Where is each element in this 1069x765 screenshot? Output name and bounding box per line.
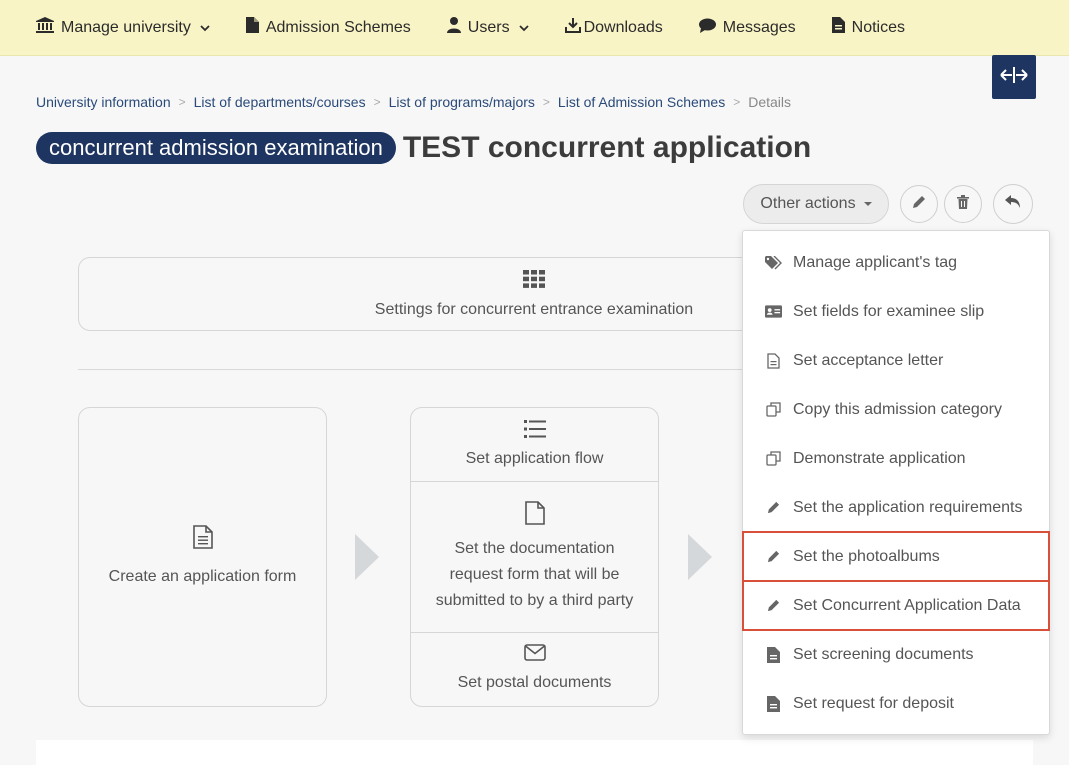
copy-icon — [765, 451, 782, 466]
bottom-panel — [36, 740, 1033, 765]
card-label: Set application flow — [465, 449, 604, 467]
id-card-icon — [765, 305, 782, 318]
menu-item-label: Set fields for examinee slip — [793, 302, 985, 320]
nav-downloads[interactable]: Downloads — [564, 17, 663, 38]
trash-icon — [957, 194, 969, 214]
card-label: Set postal documents — [457, 673, 612, 691]
category-badge: concurrent admission examination — [36, 132, 396, 164]
file-icon — [765, 646, 782, 663]
menu-item-label: Copy this admission category — [793, 400, 1002, 418]
pencil-icon — [912, 195, 926, 214]
nav-messages[interactable]: Messages — [698, 18, 796, 38]
grid-icon — [523, 269, 545, 293]
nav-label: Notices — [851, 18, 906, 36]
set-postal-documents-card[interactable]: Set postal documents — [410, 632, 659, 707]
user-icon — [446, 17, 461, 38]
chevron-down-icon — [200, 19, 210, 37]
page-header: concurrent admission examination TEST co… — [36, 131, 811, 165]
file-text-icon — [765, 352, 782, 369]
menu-item-examinee-slip[interactable]: Set fields for examinee slip — [743, 287, 1049, 336]
menu-item-label: Set the application requirements — [793, 498, 1023, 516]
comment-icon — [698, 18, 716, 38]
menu-item-label: Manage applicant's tag — [793, 253, 958, 271]
breadcrumb: University information > List of departm… — [36, 94, 791, 110]
menu-item-concurrent-data[interactable]: Set Concurrent Application Data — [742, 580, 1050, 631]
menu-item-label: Set Concurrent Application Data — [793, 596, 1021, 614]
top-nav: Manage university Admission Schemes User… — [0, 0, 1069, 56]
documentation-request-form-card[interactable]: Set the documentation request form that … — [410, 481, 659, 633]
nav-label: Admission Schemes — [265, 18, 411, 36]
download-icon — [564, 17, 581, 38]
reply-icon — [1005, 194, 1021, 214]
breadcrumb-admission-schemes[interactable]: List of Admission Schemes — [558, 94, 725, 110]
breadcrumb-university-info[interactable]: University information — [36, 94, 171, 110]
chevron-down-icon — [518, 19, 529, 37]
card-label: Set the documentation request form that … — [435, 539, 634, 609]
arrow-right-icon — [355, 534, 379, 580]
other-actions-label: Other actions — [760, 195, 856, 212]
nav-users[interactable]: Users — [446, 17, 529, 38]
menu-item-manage-tags[interactable]: Manage applicant's tag — [743, 238, 1049, 287]
nav-manage-university[interactable]: Manage university — [36, 17, 210, 38]
back-button[interactable] — [993, 184, 1033, 224]
file-text-icon — [192, 524, 213, 558]
list-icon — [523, 419, 546, 440]
file-text-icon — [831, 17, 845, 38]
menu-item-label: Set acceptance letter — [793, 351, 944, 369]
envelope-icon — [523, 643, 546, 664]
page-title: TEST concurrent application — [402, 131, 812, 164]
menu-item-label: Set screening documents — [793, 645, 974, 663]
delete-button[interactable] — [944, 185, 982, 223]
arrows-horizontal-icon — [999, 65, 1029, 90]
nav-label: Manage university — [61, 18, 191, 36]
pencil-icon — [765, 599, 782, 612]
menu-item-application-requirements[interactable]: Set the application requirements — [743, 483, 1049, 532]
nav-label: Downloads — [583, 18, 663, 36]
edit-button[interactable] — [900, 185, 938, 223]
menu-item-screening-documents[interactable]: Set screening documents — [743, 630, 1049, 679]
menu-item-deposit-request[interactable]: Set request for deposit — [743, 679, 1049, 728]
menu-item-photoalbums[interactable]: Set the photoalbums — [742, 531, 1050, 582]
caret-down-icon — [863, 202, 872, 206]
nav-notices[interactable]: Notices — [831, 17, 906, 38]
card-label: Create an application form — [108, 567, 297, 585]
nav-label: Messages — [722, 18, 796, 36]
file-icon — [524, 500, 545, 534]
arrow-right-icon — [688, 534, 712, 580]
other-actions-button[interactable]: Other actions — [743, 184, 889, 224]
pencil-icon — [765, 501, 782, 514]
file-icon — [245, 17, 259, 38]
breadcrumb-separator: > — [733, 95, 741, 109]
breadcrumb-separator: > — [542, 95, 550, 109]
menu-item-label: Set the photoalbums — [793, 547, 940, 565]
other-actions-menu: Manage applicant's tag Set fields for ex… — [742, 230, 1050, 735]
file-icon — [765, 695, 782, 712]
create-application-form-card[interactable]: Create an application form — [78, 407, 327, 707]
university-icon — [36, 17, 54, 38]
menu-item-acceptance-letter[interactable]: Set acceptance letter — [743, 336, 1049, 385]
nav-label: Users — [467, 18, 510, 36]
menu-item-label: Demonstrate application — [793, 449, 966, 467]
menu-item-copy-category[interactable]: Copy this admission category — [743, 385, 1049, 434]
tags-icon — [765, 255, 782, 270]
application-settings-stack: Set application flow Set the documentati… — [410, 407, 659, 707]
breadcrumb-departments[interactable]: List of departments/courses — [194, 94, 366, 110]
set-application-flow-card[interactable]: Set application flow — [410, 407, 659, 482]
menu-item-demonstrate[interactable]: Demonstrate application — [743, 434, 1049, 483]
breadcrumb-separator: > — [178, 95, 186, 109]
nav-admission-schemes[interactable]: Admission Schemes — [245, 17, 411, 38]
menu-item-label: Set request for deposit — [793, 694, 954, 712]
breadcrumb-separator: > — [373, 95, 381, 109]
expand-width-button[interactable] — [992, 55, 1036, 99]
settings-label: Settings for concurrent entrance examina… — [374, 300, 694, 318]
pencil-icon — [765, 550, 782, 563]
copy-icon — [765, 402, 782, 417]
breadcrumb-programs[interactable]: List of programs/majors — [389, 94, 535, 110]
breadcrumb-current: Details — [748, 94, 792, 110]
